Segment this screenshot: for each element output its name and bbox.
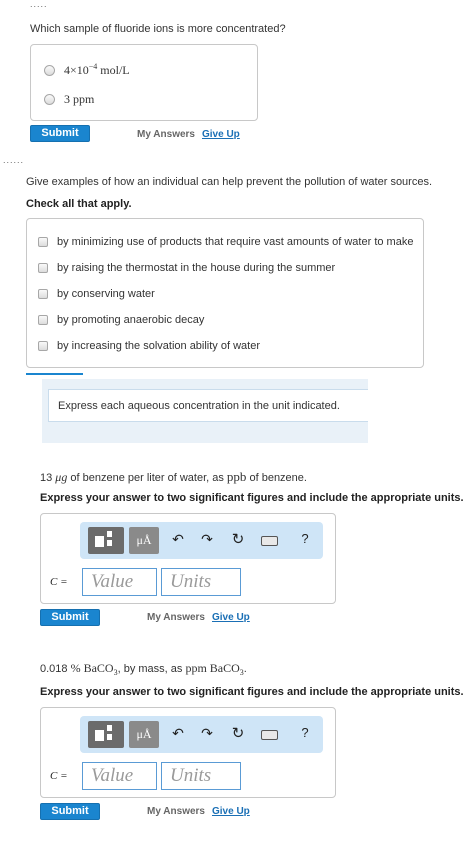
partB-toolbar: μÅ ↶ ↷ ↻ ? <box>80 716 323 753</box>
q2-option-4[interactable]: by promoting anaerobic decay <box>38 314 204 326</box>
q2-option-1[interactable]: by minimizing use of products that requi… <box>38 236 413 248</box>
q1-my-answers-link[interactable]: My Answers <box>137 129 195 140</box>
q2-options-box: by minimizing use of products that requi… <box>26 218 424 368</box>
reset-icon[interactable]: ↻ <box>229 724 247 742</box>
partB-prompt: 0.018 % BaCO3, by mass, as ppm BaCO3. <box>40 661 247 678</box>
partA-answer-box: μÅ ↶ ↷ ↻ ? C = Value Units <box>40 513 336 604</box>
help-icon[interactable]: ? <box>298 531 312 546</box>
option-label: 4×10−4 mol/L <box>64 62 130 77</box>
partB-submit-button[interactable]: Submit <box>40 803 100 820</box>
partA-give-up-link[interactable]: Give Up <box>212 612 250 623</box>
q2-option-3[interactable]: by conserving water <box>38 288 155 300</box>
option-label: by raising the thermostat in the house d… <box>57 262 336 274</box>
checkbox[interactable] <box>38 263 48 273</box>
template-icon <box>95 536 104 547</box>
partB-my-answers-link[interactable]: My Answers <box>147 806 205 817</box>
q2-option-2[interactable]: by raising the thermostat in the house d… <box>38 262 335 274</box>
part-marker: ..... <box>30 0 48 9</box>
option-label: by increasing the solvation ability of w… <box>57 340 260 352</box>
checkbox[interactable] <box>38 237 48 247</box>
symbols-button[interactable]: μÅ <box>129 721 159 748</box>
partB-instruction: Express your answer to two significant f… <box>40 686 464 698</box>
template-icon <box>95 730 104 741</box>
units-input[interactable]: Units <box>161 568 241 596</box>
templates-button[interactable] <box>88 527 124 554</box>
option-label: by minimizing use of products that requi… <box>57 236 414 248</box>
redo-icon[interactable]: ↷ <box>198 725 216 742</box>
option-label: by promoting anaerobic decay <box>57 314 205 326</box>
tab-underline <box>26 373 83 375</box>
checkbox[interactable] <box>38 341 48 351</box>
template-icon-part <box>107 734 112 740</box>
value-input[interactable]: Value <box>82 762 157 790</box>
q1-prompt: Which sample of fluoride ions is more co… <box>30 23 286 35</box>
template-icon-part <box>107 531 112 537</box>
option-label: by conserving water <box>57 288 155 300</box>
reset-icon[interactable]: ↻ <box>229 530 247 548</box>
radio-button[interactable] <box>44 64 55 76</box>
q1-option-2[interactable]: 3 ppm <box>44 92 94 107</box>
template-icon-part <box>107 725 112 731</box>
info-box: Express each aqueous concentration in th… <box>48 389 368 422</box>
info-panel: Express each aqueous concentration in th… <box>42 379 368 443</box>
q2-instruction: Check all that apply. <box>26 198 132 210</box>
option-label: 3 ppm <box>64 92 95 106</box>
partB-give-up-link[interactable]: Give Up <box>212 806 250 817</box>
variable-label: C = <box>50 770 68 782</box>
q2-prompt: Give examples of how an individual can h… <box>26 176 433 188</box>
undo-icon[interactable]: ↶ <box>169 725 187 742</box>
units-input[interactable]: Units <box>161 762 241 790</box>
partA-instruction: Express your answer to two significant f… <box>40 492 464 504</box>
q1-options-box: 4×10−4 mol/L 3 ppm <box>30 44 258 121</box>
partA-my-answers-link[interactable]: My Answers <box>147 612 205 623</box>
q1-submit-button[interactable]: Submit <box>30 125 90 142</box>
q1-give-up-link[interactable]: Give Up <box>202 129 240 140</box>
template-icon-part <box>107 540 112 546</box>
symbols-button[interactable]: μÅ <box>129 527 159 554</box>
info-text: Express each aqueous concentration in th… <box>58 400 340 412</box>
value-input[interactable]: Value <box>82 568 157 596</box>
partA-submit-button[interactable]: Submit <box>40 609 100 626</box>
variable-label: C = <box>50 576 68 588</box>
redo-icon[interactable]: ↷ <box>198 531 216 548</box>
partA-prompt: 13 μg of benzene per liter of water, as … <box>40 469 307 484</box>
undo-icon[interactable]: ↶ <box>169 531 187 548</box>
partA-toolbar: μÅ ↶ ↷ ↻ ? <box>80 522 323 559</box>
checkbox[interactable] <box>38 315 48 325</box>
keyboard-icon[interactable] <box>261 730 278 740</box>
templates-button[interactable] <box>88 721 124 748</box>
checkbox[interactable] <box>38 289 48 299</box>
q2-option-5[interactable]: by increasing the solvation ability of w… <box>38 340 260 352</box>
radio-button[interactable] <box>44 94 55 105</box>
part-marker: ...... <box>3 155 25 165</box>
keyboard-icon[interactable] <box>261 536 278 546</box>
help-icon[interactable]: ? <box>298 725 312 740</box>
q1-option-1[interactable]: 4×10−4 mol/L <box>44 62 130 78</box>
partB-answer-box: μÅ ↶ ↷ ↻ ? C = Value Units <box>40 707 336 798</box>
